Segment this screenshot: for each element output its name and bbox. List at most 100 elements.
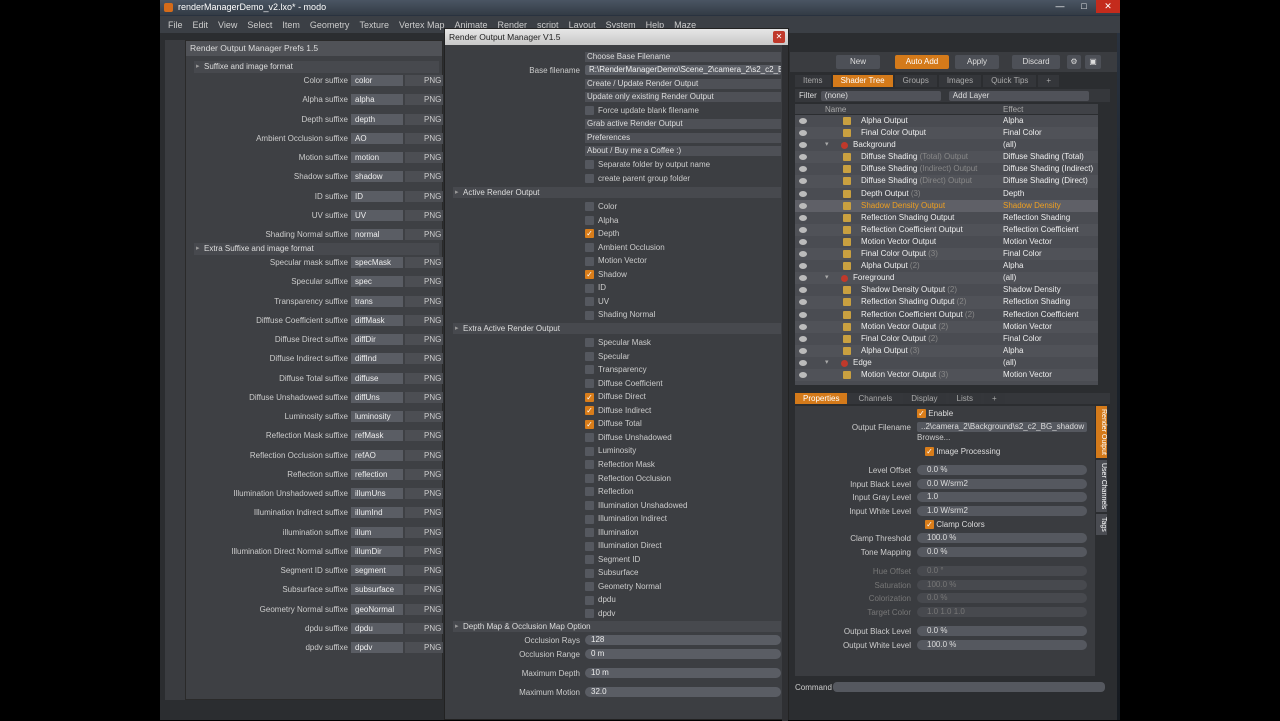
tree-row[interactable]: Shadow Density Output Shadow Density — [795, 199, 1098, 212]
maximize-button[interactable]: □ — [1072, 0, 1096, 13]
eye-icon[interactable] — [799, 371, 807, 378]
active-render-output-section[interactable]: Active Render Output — [453, 187, 781, 198]
format-dropdown[interactable]: PNG — [405, 430, 443, 442]
name-column-header[interactable]: Name — [825, 105, 846, 114]
suffix-input[interactable]: AO — [351, 132, 403, 144]
expand-arrow-icon[interactable]: ▾ — [825, 139, 829, 151]
shading-normal-checkbox[interactable]: Shading Normal — [585, 309, 655, 320]
tree-row[interactable]: Depth Output (3) Depth — [795, 188, 1098, 200]
depth-option-field[interactable]: 0 m — [585, 649, 781, 659]
menu-edit[interactable]: Edit — [193, 20, 209, 30]
property-value-field[interactable]: 1.0 — [917, 492, 1087, 503]
suffix-input[interactable]: dpdv — [351, 642, 403, 653]
new-button[interactable]: New — [836, 55, 880, 69]
suffix-input[interactable]: segment — [351, 565, 403, 576]
eye-icon[interactable] — [799, 166, 807, 173]
format-dropdown[interactable]: PNG — [405, 132, 443, 144]
menu-vertex-map[interactable]: Vertex Map — [399, 20, 445, 30]
format-dropdown[interactable]: PNG — [405, 276, 443, 288]
suffix-input[interactable]: reflection — [351, 468, 403, 480]
suffix-input[interactable]: specMask — [351, 257, 403, 268]
format-dropdown[interactable]: PNG — [405, 565, 443, 576]
prop-tab-properties[interactable]: Properties — [795, 393, 848, 404]
eye-icon[interactable] — [799, 154, 807, 161]
choose-base-filename-button[interactable]: Choose Base Filename — [585, 52, 781, 62]
suffix-input[interactable]: luminosity — [351, 411, 403, 422]
reflection-mask-checkbox[interactable]: Reflection Mask — [585, 459, 655, 470]
specular-mask-checkbox[interactable]: Specular Mask — [585, 337, 651, 348]
suffix-input[interactable]: subsurface — [351, 584, 403, 596]
suffix-input[interactable]: normal — [351, 229, 403, 240]
suffix-input[interactable]: dpdu — [351, 622, 403, 634]
eye-icon[interactable] — [799, 251, 807, 258]
format-dropdown[interactable]: PNG — [405, 152, 443, 163]
illumination-unshadowed-checkbox[interactable]: Illumination Unshadowed — [585, 500, 687, 511]
gear-icon[interactable]: ⚙ — [1067, 55, 1081, 69]
subsurface-checkbox[interactable]: Subsurface — [585, 567, 638, 578]
tree-row[interactable]: Reflection Shading Output (2) Reflection … — [795, 296, 1098, 309]
command-input[interactable] — [833, 682, 1105, 692]
vtab-tags[interactable]: Tags — [1096, 514, 1107, 536]
property-value-field[interactable]: 0.0 % — [917, 546, 1087, 557]
tree-row[interactable]: Motion Vector Output (3) Motion Vector — [795, 368, 1098, 382]
force-update-checkbox[interactable]: Force update blank filename — [585, 105, 699, 116]
suffix-input[interactable]: trans — [351, 295, 403, 307]
suffix-input[interactable]: alpha — [351, 94, 403, 106]
eye-icon[interactable] — [799, 238, 807, 245]
tree-row[interactable]: Alpha Output (2) Alpha — [795, 260, 1098, 272]
suffix-input[interactable]: refMask — [351, 430, 403, 442]
tab-add[interactable]: + — [1038, 75, 1060, 87]
browse-button[interactable]: Browse... — [917, 433, 950, 442]
menu-geometry[interactable]: Geometry — [310, 20, 350, 30]
format-dropdown[interactable]: PNG — [405, 229, 443, 240]
menu-file[interactable]: File — [168, 20, 183, 30]
depth-option-field[interactable]: 128 — [585, 635, 781, 645]
prop-tab-channels[interactable]: Channels — [850, 393, 901, 404]
eye-icon[interactable] — [799, 226, 807, 233]
format-dropdown[interactable]: PNG — [405, 372, 443, 384]
tree-row[interactable]: Alpha Output Alpha — [795, 115, 1098, 127]
property-value-field[interactable]: 0.0 % — [917, 626, 1087, 636]
eye-icon[interactable] — [799, 299, 807, 306]
suffix-input[interactable]: color — [351, 75, 403, 86]
tab-images[interactable]: Images — [938, 75, 982, 87]
tree-row[interactable]: Shadow Density Output (2) Shadow Density — [795, 284, 1098, 296]
tree-row[interactable]: Motion Vector Output (2) Motion Vector — [795, 320, 1098, 333]
base-filename-field[interactable]: R:\RenderManagerDemo\Scene_2\camera_2\s2… — [585, 65, 781, 75]
property-value-field[interactable]: 0.0 W/srm2 — [917, 478, 1087, 489]
tree-row[interactable]: Motion Vector Output Motion Vector — [795, 236, 1098, 248]
eye-icon[interactable] — [799, 118, 807, 124]
depth-occlusion-section[interactable]: Depth Map & Occlusion Map Option — [453, 621, 781, 632]
tree-row[interactable]: Alpha Output (3) Alpha — [795, 344, 1098, 357]
filter-dropdown[interactable]: (none) — [820, 90, 941, 101]
ambient-occlusion-checkbox[interactable]: Ambient Occlusion — [585, 242, 665, 253]
reflection-checkbox[interactable]: Reflection — [585, 486, 634, 497]
segment-id-checkbox[interactable]: Segment ID — [585, 554, 640, 565]
apply-button[interactable]: Apply — [955, 55, 999, 69]
prop-tab-add[interactable]: + — [983, 393, 1005, 404]
reflection-occlusion-checkbox[interactable]: Reflection Occlusion — [585, 473, 671, 484]
format-dropdown[interactable]: PNG — [405, 449, 443, 461]
format-dropdown[interactable]: PNG — [405, 622, 443, 634]
format-dropdown[interactable]: PNG — [405, 468, 443, 480]
about-coffee-button[interactable]: About / Buy me a Coffee :) — [585, 146, 781, 156]
suffix-input[interactable]: refAO — [351, 449, 403, 461]
alpha-checkbox[interactable]: Alpha — [585, 215, 618, 226]
eye-icon[interactable] — [799, 323, 807, 330]
transparency-checkbox[interactable]: Transparency — [585, 364, 647, 375]
tree-row[interactable]: Final Color Output Final Color — [795, 127, 1098, 140]
property-value-field[interactable]: 100.0 % — [917, 533, 1087, 543]
expand-arrow-icon[interactable]: ▾ — [825, 357, 829, 369]
scrollbar[interactable] — [782, 45, 788, 721]
eye-icon[interactable] — [799, 263, 807, 270]
menu-select[interactable]: Select — [247, 20, 272, 30]
tree-row[interactable]: ▾ Background (all) — [795, 139, 1098, 151]
format-dropdown[interactable]: PNG — [405, 642, 443, 653]
eye-icon[interactable] — [799, 130, 807, 137]
tree-row[interactable]: ▾ Edge (all) — [795, 357, 1098, 369]
format-dropdown[interactable]: PNG — [405, 171, 443, 183]
clamp-colors-checkbox[interactable]: ✓ Clamp Colors — [925, 520, 985, 530]
suffix-input[interactable]: illumUns — [351, 488, 403, 499]
suffix-input[interactable]: ID — [351, 190, 403, 202]
eye-icon[interactable] — [799, 202, 807, 209]
